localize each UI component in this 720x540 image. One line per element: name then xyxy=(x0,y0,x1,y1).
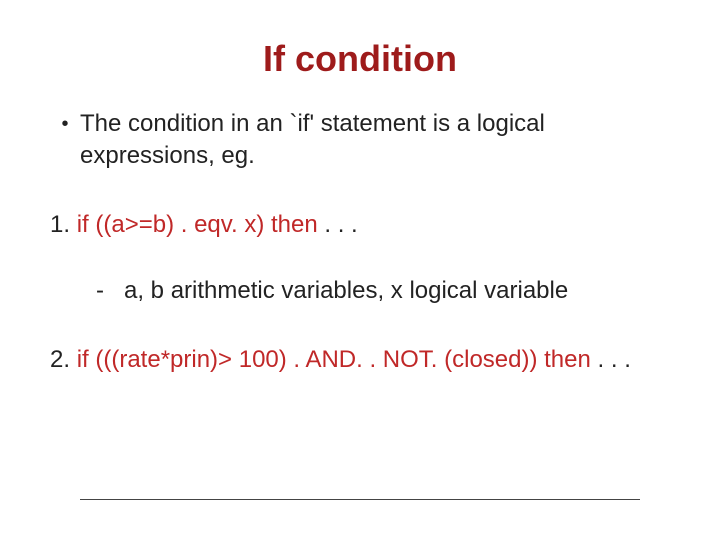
num1-prefix: 1. xyxy=(50,211,77,238)
sub-item-1: - a, b arithmetic variables, x logical v… xyxy=(96,275,670,307)
slide: If condition • The condition in an `if' … xyxy=(0,0,720,540)
num2-code: if (((rate*prin)> 100) . AND. . NOT. (cl… xyxy=(77,346,591,373)
bullet-dot-icon: • xyxy=(50,108,80,140)
bullet-text-1: The condition in an `if' statement is a … xyxy=(80,108,670,173)
dash-icon: - xyxy=(96,275,124,307)
num1-suffix: . . . xyxy=(318,211,358,238)
slide-body: • The condition in an `if' statement is … xyxy=(50,108,670,376)
bullet-item-1: • The condition in an `if' statement is … xyxy=(50,108,670,173)
numbered-item-2: 2. if (((rate*prin)> 100) . AND. . NOT. … xyxy=(50,344,670,376)
num1-code: if ((a>=b) . eqv. x) then xyxy=(77,211,318,238)
sub-item-1-text: a, b arithmetic variables, x logical var… xyxy=(124,275,568,307)
num2-prefix: 2. xyxy=(50,346,77,373)
num2-suffix: . . . xyxy=(591,346,631,373)
slide-title: If condition xyxy=(50,38,670,80)
footer-divider xyxy=(80,499,640,500)
numbered-item-1: 1. if ((a>=b) . eqv. x) then . . . xyxy=(50,209,670,241)
